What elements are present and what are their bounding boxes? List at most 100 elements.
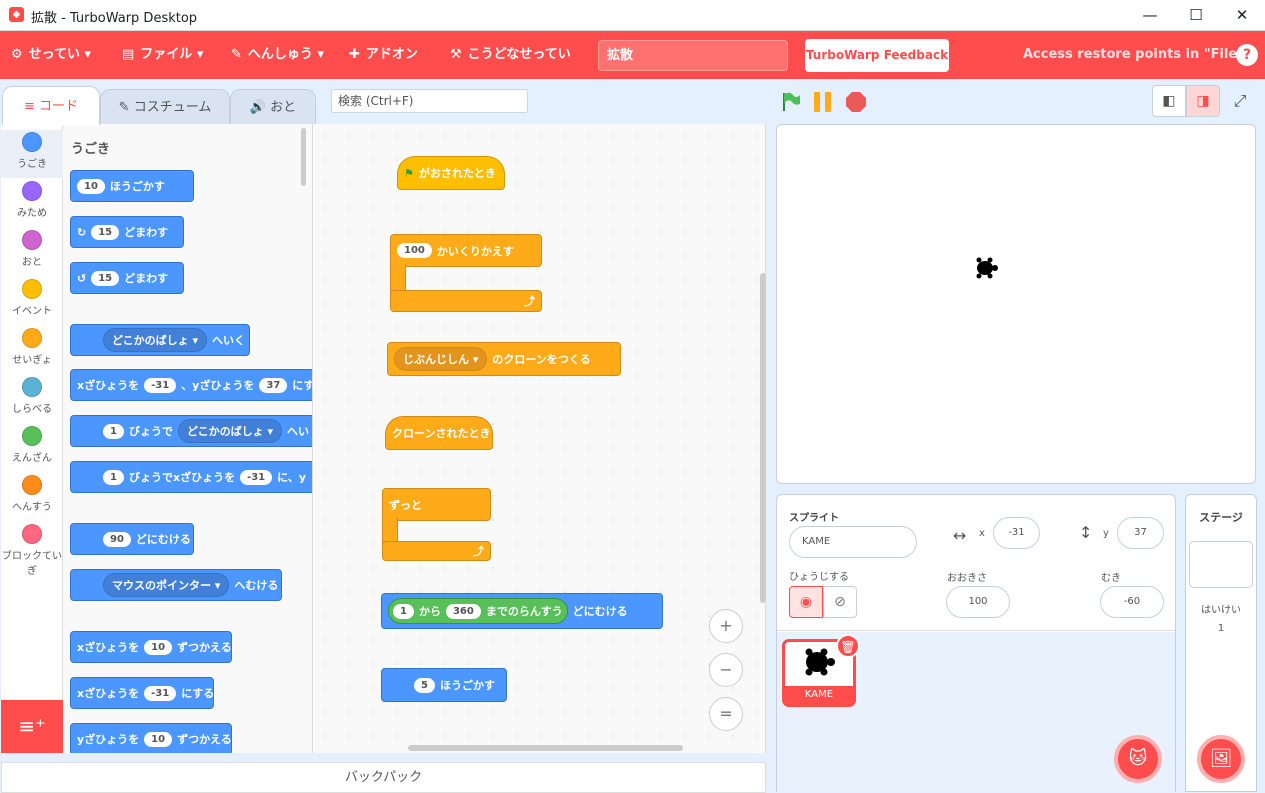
size-label: おおきさ [947,573,987,584]
category-6[interactable]: しらべる [1,375,63,423]
category-3[interactable]: おと [1,228,63,276]
small-stage-button[interactable]: ◧ [1152,85,1186,117]
restore-points-link[interactable]: Access restore points in "File" [1023,31,1244,79]
palette-scrollbar[interactable] [301,128,306,186]
category-1[interactable]: うごき [1,130,63,178]
rotate-right-icon: ↻ [77,225,87,239]
category-color-dot [22,426,42,446]
minimize-button[interactable]: — [1127,0,1173,31]
category-color-dot [22,132,42,152]
category-color-dot [22,279,42,299]
choose-sprite-button[interactable]: 🐱 [1114,735,1162,783]
category-8[interactable]: へんすう [1,473,63,521]
tools-icon: ⚒ [450,47,462,62]
hide-sprite-button[interactable]: ⊘ [823,586,857,618]
category-5[interactable]: せいぎょ [1,326,63,374]
zoom-in-button[interactable]: + [709,609,743,643]
category-2[interactable]: みため [1,179,63,227]
menu-advanced[interactable]: ⚒ こうどなせってい [450,31,571,79]
block-repeat[interactable]: 100 かいくりかえす ⤴ [390,234,542,312]
block-glide-to[interactable]: 1 びょうで どこかのばしょ ▾ へい [70,415,312,447]
block-create-clone[interactable]: じぶんじしん ▾ のクローンをつくる [387,342,621,376]
y-position-input[interactable]: 37 [1117,517,1164,549]
menu-file[interactable]: ▤ ファイル ▾ [122,31,203,79]
workspace-vertical-scrollbar[interactable] [760,273,766,603]
speaker-icon: 🔊 [249,100,271,115]
workspace-horizontal-scrollbar[interactable] [408,745,683,751]
project-title-input[interactable]: 拡散 [598,40,788,71]
delete-sprite-button[interactable]: 🗑 [836,634,860,658]
direction-label: むき [1101,573,1121,584]
block-when-flag-clicked[interactable]: ⚑ がおされたとき [397,156,505,190]
category-7[interactable]: えんざん [1,424,63,472]
block-point-direction[interactable]: 90 どにむける [70,523,194,555]
pause-button[interactable] [812,91,832,112]
eye-slash-icon: ⊘ [834,594,846,610]
block-search-input[interactable]: 検索 (Ctrl+F) [331,89,528,113]
y-label: y [1103,528,1109,539]
normal-stage-button[interactable]: ◨ [1186,85,1220,117]
stage-title: ステージ [1199,511,1243,524]
palette-heading: うごき [71,142,111,157]
x-position-input[interactable]: -31 [993,517,1040,549]
block-point-towards[interactable]: マウスのポインター ▾ へむける [70,569,282,601]
title-bar: ◆ 拡散 - TurboWarp Desktop — ☐ ✕ [0,0,1265,31]
category-label: おと [22,257,42,268]
category-9[interactable]: ブロックていぎ [1,522,63,577]
backpack-header[interactable]: バックパック [1,762,766,793]
menu-edit[interactable]: ✎ へんしゅう ▾ [231,31,324,79]
size-input[interactable]: 100 [946,586,1010,618]
direction-input[interactable]: -60 [1100,586,1164,618]
menu-settings[interactable]: ⚙ せってい ▾ [11,31,91,79]
block-when-clone-starts[interactable]: クローンされたとき [385,416,493,450]
zoom-reset-button[interactable]: = [709,697,743,731]
block-pick-random[interactable]: 1 から 360 までのらんすう [388,598,568,624]
category-color-dot [22,475,42,495]
green-flag-button[interactable] [780,91,800,111]
choose-backdrop-button[interactable]: 🖼 [1197,735,1245,783]
block-turn-right[interactable]: ↻ 15 どまわす [70,216,184,248]
trash-icon: 🗑 [840,640,856,654]
block-point-in-direction[interactable]: 1 から 360 までのらんすう どにむける [381,593,663,629]
tab-sounds[interactable]: 🔊 おと [230,89,316,125]
category-4[interactable]: イベント [1,277,63,325]
block-change-y[interactable]: yざひょうを 10 ずつかえる [70,723,232,753]
turbowarp-icon: ◆ [9,7,24,22]
menu-bar: ⚙ せってい ▾ ▤ ファイル ▾ ✎ へんしゅう ▾ ✚ アドオン ⚒ こうどなせってい… [0,31,1265,79]
maximize-button[interactable]: ☐ [1173,0,1219,31]
tab-costumes[interactable]: ✎ コスチューム [100,89,230,125]
file-icon: ▤ [122,47,135,62]
fullscreen-button[interactable]: ⤢ [1226,85,1254,117]
close-window-button[interactable]: ✕ [1219,0,1265,31]
block-set-x[interactable]: xざひょうを -31 にする [70,677,214,709]
help-icon[interactable]: ? [1236,44,1258,66]
block-go-to[interactable]: どこかのばしょ ▾ へいく [70,324,250,356]
zoom-out-button[interactable]: − [709,653,743,687]
block-forever[interactable]: ずっと ⤴ [382,488,491,561]
block-change-x[interactable]: xざひょうを 10 ずつかえる [70,631,232,663]
category-color-dot [22,181,42,201]
block-move-steps[interactable]: 10 ほうごかす [70,170,194,202]
turtle-sprite[interactable] [973,255,999,281]
eye-icon: ◉ [799,594,813,610]
script-workspace[interactable]: ⚑ がおされたとき 100 かいくりかえす ⤴ じぶんじしん ▾ のクローンをつくる … [313,124,766,753]
stage-canvas[interactable] [776,124,1256,484]
block-move-5[interactable]: 5 ほうごかす [381,668,507,702]
gear-icon: ⚙ [11,47,23,62]
add-extension-button[interactable]: ≡⁺ [1,700,63,753]
menu-addons[interactable]: ✚ アドオン [349,31,418,79]
block-glide-to-xy[interactable]: 1 びょうでxざひょうを -31 に、y [70,461,312,493]
tab-code[interactable]: ≡ コード [2,86,100,125]
horizontal-arrows-icon: ↔ [953,526,967,545]
stage-thumbnail[interactable] [1189,541,1253,588]
feedback-button[interactable]: TurboWarp Feedback [805,39,949,72]
sprite-name-input[interactable]: KAME [789,526,917,558]
stage-selector-panel[interactable]: ステージ はいけい 1 🖼 [1185,494,1257,792]
block-palette: うごき 10 ほうごかす ↻ 15 どまわす ↺ 15 どまわす どこかのばしょ ▾ へいく… [63,124,313,753]
show-sprite-button[interactable]: ◉ [789,586,823,618]
block-turn-left[interactable]: ↺ 15 どまわす [70,262,184,294]
stop-button[interactable] [845,91,866,112]
block-go-to-xy[interactable]: xざひょうを-31、yざひょうを37にする [70,369,312,401]
image-plus-icon: 🖼 [1209,748,1233,769]
category-color-dot [22,230,42,250]
